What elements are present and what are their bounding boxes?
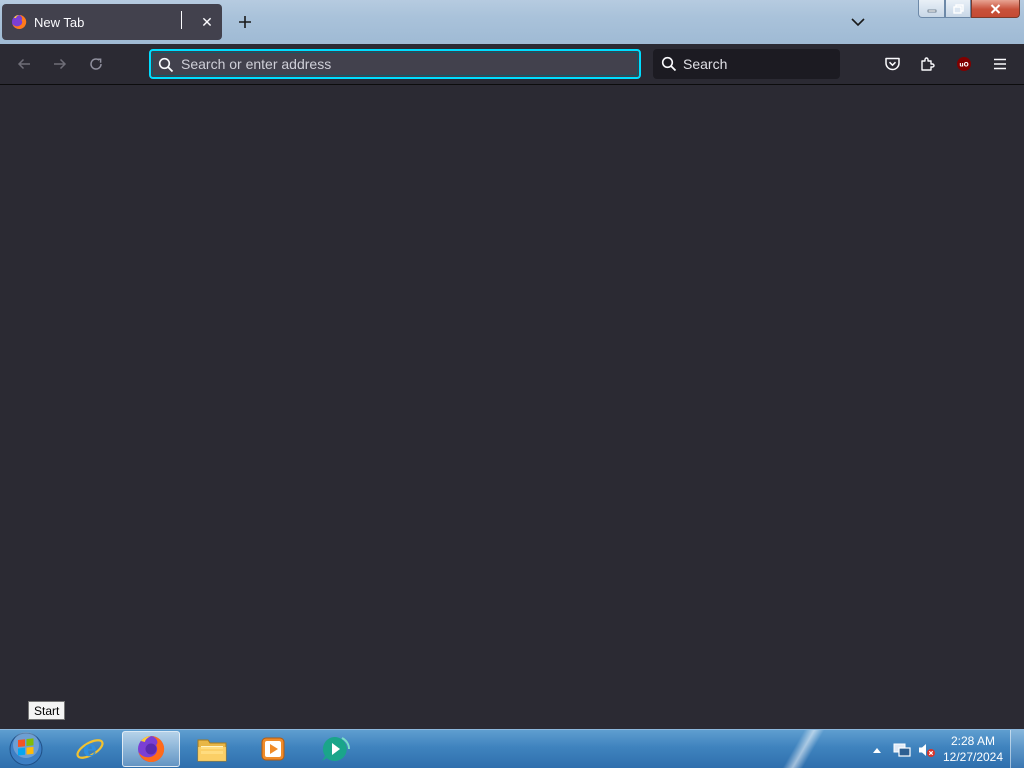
internet-explorer-icon: e	[76, 736, 104, 762]
svg-text:e: e	[83, 736, 97, 762]
tab-strip: New Tab ✕	[0, 0, 1024, 44]
network-icon	[893, 743, 911, 757]
puzzle-piece-icon	[921, 57, 935, 71]
firefox-favicon-icon	[12, 14, 27, 29]
reload-button[interactable]	[84, 52, 108, 76]
start-button[interactable]	[6, 731, 46, 767]
ublock-shield-icon: uO	[957, 57, 971, 71]
clock-date: 12/27/2024	[942, 750, 1004, 764]
taskbar-glare	[770, 730, 830, 768]
window-controls	[918, 0, 1022, 19]
media-player-icon	[261, 737, 285, 761]
list-all-tabs-button[interactable]	[846, 10, 870, 34]
tab-new-tab[interactable]: New Tab ✕	[2, 4, 222, 40]
taskbar: e 2:28 AM 12/27/2024	[0, 729, 1024, 768]
windows-orb-icon	[9, 732, 43, 766]
taskbar-firefox[interactable]	[122, 731, 180, 767]
address-input[interactable]	[181, 53, 631, 75]
extension-badge: uO	[959, 62, 968, 69]
pocket-button[interactable]	[880, 52, 904, 76]
forward-button[interactable]	[48, 52, 72, 76]
search-input[interactable]	[683, 53, 833, 75]
pocket-icon	[884, 57, 900, 71]
restore-icon	[952, 3, 964, 14]
text-caret	[181, 11, 182, 29]
file-explorer-icon	[197, 739, 227, 762]
new-tab-button[interactable]	[233, 10, 257, 34]
network-tray-button[interactable]	[891, 739, 913, 761]
restore-button[interactable]	[945, 0, 971, 18]
arrow-right-icon	[54, 58, 67, 70]
page-content	[0, 85, 1024, 729]
search-icon	[661, 56, 677, 72]
taskbar-file-explorer[interactable]	[183, 731, 241, 767]
minimize-button[interactable]	[918, 0, 945, 18]
close-tab-icon[interactable]: ✕	[198, 13, 216, 31]
tab-title: New Tab	[34, 14, 85, 30]
minimize-icon	[927, 9, 936, 12]
close-icon	[990, 3, 1001, 14]
system-tray	[866, 730, 941, 768]
clock-time: 2:28 AM	[950, 734, 996, 748]
firefox-icon	[138, 735, 165, 762]
hamburger-menu-icon	[994, 58, 1006, 70]
navigation-toolbar: uO	[0, 44, 1024, 85]
chevron-down-icon	[851, 18, 865, 27]
start-tooltip: Start	[28, 701, 66, 720]
taskbar-media-player[interactable]	[244, 731, 302, 767]
taskbar-internet-explorer[interactable]: e	[61, 731, 119, 767]
search-icon	[158, 57, 174, 73]
chevron-up-icon	[873, 747, 881, 753]
app-menu-button[interactable]	[988, 52, 1012, 76]
taskbar-chat-app[interactable]	[306, 731, 364, 767]
ublock-origin-button[interactable]: uO	[952, 52, 976, 76]
volume-muted-icon	[919, 743, 935, 757]
show-hidden-icons-button[interactable]	[866, 739, 888, 761]
close-window-button[interactable]	[971, 0, 1020, 18]
plus-icon	[239, 16, 251, 28]
volume-tray-button[interactable]	[916, 739, 938, 761]
show-desktop-button[interactable]	[1010, 730, 1024, 768]
arrow-left-icon	[17, 58, 30, 70]
extensions-button[interactable]	[916, 52, 940, 76]
address-bar[interactable]	[149, 49, 641, 79]
taskbar-clock[interactable]: 2:28 AM 12/27/2024	[940, 733, 1006, 765]
chat-app-icon	[322, 736, 350, 761]
reload-icon	[90, 58, 102, 70]
search-bar[interactable]	[653, 49, 840, 79]
back-button[interactable]	[12, 52, 36, 76]
